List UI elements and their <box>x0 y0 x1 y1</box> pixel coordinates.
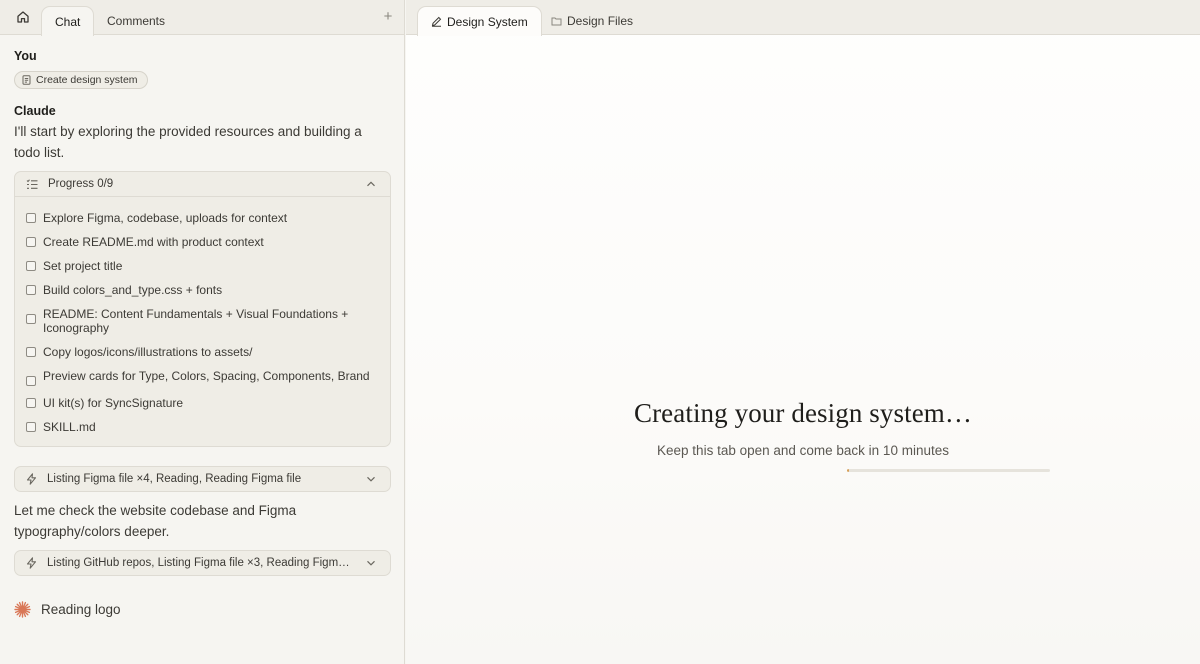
spinner-icon <box>14 600 31 618</box>
todo-checkbox[interactable] <box>26 237 36 247</box>
todo-item[interactable]: UI kit(s) for SyncSignature <box>26 396 378 410</box>
todo-item[interactable]: Explore Figma, codebase, uploads for con… <box>26 211 378 225</box>
preview-tabbar: Design System Design Files <box>406 0 1200 36</box>
loading-subtitle: Keep this tab open and come back in 10 m… <box>657 443 949 458</box>
todo-item[interactable]: Set project title <box>26 259 378 273</box>
pen-icon <box>431 16 442 27</box>
todo-item[interactable]: Copy logos/icons/illustrations to assets… <box>26 345 378 359</box>
document-icon <box>22 75 31 85</box>
todo-text: Preview cards for Type, Colors, Spacing,… <box>43 369 370 383</box>
lightning-icon <box>26 473 37 485</box>
progress-card: Progress 0/9 Explore Figma, codebase, up… <box>14 171 391 447</box>
todo-checkbox[interactable] <box>26 398 36 408</box>
attachment-chip-label: Create design system <box>36 74 138 86</box>
todo-text: Create README.md with product context <box>43 235 264 249</box>
assistant-message-intro: I'll start by exploring the provided res… <box>14 124 362 160</box>
todo-checkbox[interactable] <box>26 213 36 223</box>
progress-card-header[interactable]: Progress 0/9 <box>15 172 390 196</box>
todo-text: Build colors_and_type.css + fonts <box>43 283 223 297</box>
add-tab-button[interactable]: + <box>380 9 396 25</box>
todo-checkbox[interactable] <box>26 314 36 324</box>
chat-tabbar: Chat Comments + <box>0 0 404 36</box>
status-indicator: Reading logo <box>14 599 121 619</box>
todo-list: Explore Figma, codebase, uploads for con… <box>15 196 390 446</box>
home-icon <box>17 11 29 23</box>
user-name: You <box>14 49 37 63</box>
folder-icon <box>551 17 562 26</box>
tab-design-files-label: Design Files <box>567 14 634 28</box>
todo-item[interactable]: SKILL.md <box>26 420 378 434</box>
tab-chat[interactable]: Chat <box>41 6 95 36</box>
preview-panel: Design System Design Files Creating your… <box>406 0 1200 664</box>
tab-design-system-label: Design System <box>447 14 528 29</box>
tool-activity-label: Listing Figma file ×4, Reading, Reading … <box>47 473 302 485</box>
list-icon <box>26 178 38 189</box>
tool-activity-header[interactable]: Listing GitHub repos, Listing Figma file… <box>15 551 390 575</box>
chat-panel: Chat Comments + You Create design system… <box>0 0 405 664</box>
loading-message: Creating your design system… Keep this t… <box>406 398 1200 458</box>
assistant-name: Claude <box>14 104 56 118</box>
tab-chat-label: Chat <box>55 14 81 29</box>
tab-comments-label: Comments <box>107 14 166 28</box>
todo-text: SKILL.md <box>43 420 96 434</box>
chevron-down-icon <box>367 560 375 566</box>
todo-item[interactable]: Build colors_and_type.css + fonts <box>26 283 378 297</box>
todo-text: Explore Figma, codebase, uploads for con… <box>43 211 288 225</box>
todo-checkbox[interactable] <box>26 347 36 357</box>
todo-item[interactable]: README: Content Fundamentals + Visual Fo… <box>26 307 378 335</box>
todo-checkbox[interactable] <box>26 422 36 432</box>
tab-design-system[interactable]: Design System <box>417 6 542 36</box>
todo-text: UI kit(s) for SyncSignature <box>43 396 184 410</box>
todo-item[interactable]: Create README.md with product context <box>26 235 378 249</box>
chevron-up-icon <box>367 181 375 187</box>
tab-design-files[interactable]: Design Files <box>538 6 646 36</box>
tool-activity-card[interactable]: Listing Figma file ×4, Reading, Reading … <box>14 466 391 492</box>
assistant-message-followup: Let me check the website codebase and Fi… <box>14 503 297 539</box>
todo-item[interactable]: Preview cards for Type, Colors, Spacing,… <box>26 369 378 386</box>
lightning-icon <box>26 557 37 569</box>
loading-progress-fill <box>847 469 850 472</box>
todo-checkbox[interactable] <box>26 285 36 295</box>
loading-progress-bar <box>847 469 1050 472</box>
tool-activity-card[interactable]: Listing GitHub repos, Listing Figma file… <box>14 550 391 576</box>
todo-checkbox[interactable] <box>26 376 36 386</box>
todo-text: Copy logos/icons/illustrations to assets… <box>43 345 253 359</box>
home-button[interactable] <box>12 6 34 28</box>
todo-text: README: Content Fundamentals + Visual Fo… <box>43 307 349 335</box>
todo-text: Set project title <box>43 259 123 273</box>
status-text: Reading logo <box>41 601 121 617</box>
todo-checkbox[interactable] <box>26 261 36 271</box>
tool-activity-label: Listing GitHub repos, Listing Figma file… <box>47 557 356 569</box>
attachment-chip[interactable]: Create design system <box>14 71 148 89</box>
progress-label: Progress 0/9 <box>48 178 114 190</box>
tab-comments[interactable]: Comments <box>94 6 178 36</box>
loading-title: Creating your design system… <box>633 398 972 428</box>
chevron-down-icon <box>367 476 375 482</box>
tool-activity-header[interactable]: Listing Figma file ×4, Reading, Reading … <box>15 467 390 491</box>
